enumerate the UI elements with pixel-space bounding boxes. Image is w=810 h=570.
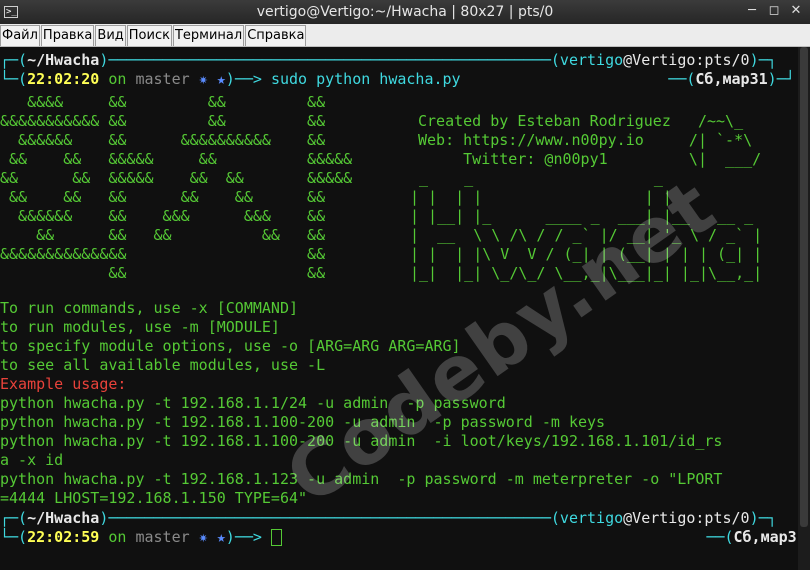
art-line: && && &&&&& && && &&&&& bbox=[0, 169, 353, 187]
help-line: to run modules, use -m [MODULE] bbox=[0, 318, 280, 336]
example-line: a -x id bbox=[0, 451, 64, 469]
prompt-host: Vertigo bbox=[632, 51, 696, 69]
help-line: To run commands, use -x [COMMAND] bbox=[0, 299, 299, 317]
logo-line: | | | | | | bbox=[410, 188, 672, 206]
prompt-dir: ~/Hwacha bbox=[27, 51, 100, 69]
prompt-top-1: ┌─(~/Hwacha)────────────────────────────… bbox=[0, 51, 777, 69]
prompt-branch: master bbox=[135, 70, 190, 88]
git-status-icon: ✷ ★ bbox=[198, 70, 226, 88]
menu-help[interactable]: Справка bbox=[245, 25, 307, 46]
window-titlebar[interactable]: >_ vertigo@Vertigo:~/Hwacha | 80x27 | pt… bbox=[0, 0, 810, 24]
prompt-time: 22:02:20 bbox=[27, 70, 100, 88]
close-icon[interactable]: ✕ bbox=[788, 3, 804, 19]
prompt-on: on bbox=[108, 528, 127, 546]
prompt-bottom-2: └─(22:02:59 on master ✷ ★)──> ──(Сб,мар3… bbox=[0, 528, 798, 547]
text-cursor[interactable] bbox=[270, 529, 282, 546]
art-line: &&&&&& && &&& &&& && bbox=[0, 207, 326, 225]
example-line: =4444 LHOST=192.168.1.150 TYPE=64" bbox=[0, 489, 308, 507]
logo-line: | |__| |_ ____ _ ___| |__ __ _ bbox=[410, 207, 754, 225]
art-line: && && && && && && bbox=[0, 188, 326, 206]
prompt-branch: master bbox=[135, 528, 190, 546]
prompt-at: @ bbox=[623, 509, 633, 527]
prompt-arrow: ──> bbox=[234, 528, 262, 546]
prompt-bottom-1: └─(22:02:20 on master ✷ ★)──> sudo pytho… bbox=[0, 70, 795, 88]
prompt-at: @ bbox=[623, 51, 633, 69]
example-line: python hwacha.py -t 192.168.1.100-200 -u… bbox=[0, 413, 606, 431]
help-line: to specify module options, use -o [ARG=A… bbox=[0, 337, 461, 355]
prompt-dir: ~/Hwacha bbox=[27, 509, 100, 527]
prompt-time: 22:02:59 bbox=[27, 528, 100, 546]
example-label: Example usage: bbox=[0, 375, 127, 393]
terminal-area[interactable]: ┌─(~/Hwacha)────────────────────────────… bbox=[0, 47, 798, 570]
scrollbar-thumb[interactable] bbox=[800, 47, 808, 527]
logo-line: _ _ _ bbox=[410, 169, 663, 187]
logo-line: | __ \ \ /\ / / _` |/ __| '_ \ / _` | bbox=[410, 226, 763, 244]
git-status-icon: ✷ ★ bbox=[198, 528, 226, 546]
example-line: python hwacha.py -t 192.168.1.123 -u adm… bbox=[0, 470, 723, 488]
menu-edit[interactable]: Правка bbox=[40, 25, 95, 46]
art-line: && && &&&&& && &&&&& bbox=[0, 150, 353, 168]
credit-twitter: Twitter: @n00py1 \| ___/ bbox=[418, 150, 762, 168]
logo-line: | | | |\ V V / (_| | (__| | | | (_| | bbox=[410, 245, 763, 263]
prompt-date: Сб,мар31 bbox=[733, 528, 798, 546]
menu-bar: Файл Правка Вид Поиск Терминал Справка bbox=[0, 24, 810, 47]
minimize-icon[interactable]: ─ bbox=[744, 3, 760, 19]
art-line: && && bbox=[0, 264, 326, 282]
menu-search[interactable]: Поиск bbox=[126, 25, 172, 46]
prompt-user: vertigo bbox=[559, 51, 624, 69]
prompt-tty: :pts/0 bbox=[695, 51, 750, 69]
prompt-user: vertigo bbox=[559, 509, 624, 527]
art-line: &&&& && && && bbox=[0, 93, 326, 111]
example-line: python hwacha.py -t 192.168.1.100-200 -u… bbox=[0, 432, 723, 450]
prompt-tty: :pts/0 bbox=[695, 509, 750, 527]
prompt-date: Сб,мар31 bbox=[695, 70, 768, 88]
maximize-icon[interactable]: ◻ bbox=[766, 3, 782, 19]
art-line: &&&&&&&&&&&&&& && bbox=[0, 245, 326, 263]
logo-line: |_| |_| \_/\_/ \__,_|\___|_| |_|\__,_| bbox=[410, 264, 763, 282]
example-line: python hwacha.py -t 192.168.1.1/24 -u ad… bbox=[0, 394, 506, 412]
command-text: sudo python hwacha.py bbox=[270, 70, 461, 88]
menu-view[interactable]: Вид bbox=[95, 25, 126, 46]
prompt-on: on bbox=[108, 70, 127, 88]
credit-web: Web: https://www.n00py.io /| `-*\ bbox=[418, 131, 753, 149]
menu-terminal[interactable]: Терминал bbox=[172, 25, 245, 46]
art-line: && && && && && bbox=[0, 226, 326, 244]
terminal-icon: >_ bbox=[4, 6, 18, 18]
credit-author: Created by Esteban Rodriguez /~~\_ bbox=[418, 112, 744, 130]
prompt-arrow: ──> bbox=[234, 70, 262, 88]
window-title: vertigo@Vertigo:~/Hwacha | 80x27 | pts/0 bbox=[256, 4, 554, 20]
art-line: &&&&&&&&&&& && && && bbox=[0, 112, 326, 130]
menu-file[interactable]: Файл bbox=[0, 25, 40, 46]
prompt-host: Vertigo bbox=[632, 509, 696, 527]
art-line: &&&&&& && &&&&&&&&&& && bbox=[0, 131, 326, 149]
prompt-top-2: ┌─(~/Hwacha)────────────────────────────… bbox=[0, 509, 777, 527]
help-line: to see all available modules, use -L bbox=[0, 356, 326, 374]
scrollbar[interactable] bbox=[798, 47, 810, 570]
